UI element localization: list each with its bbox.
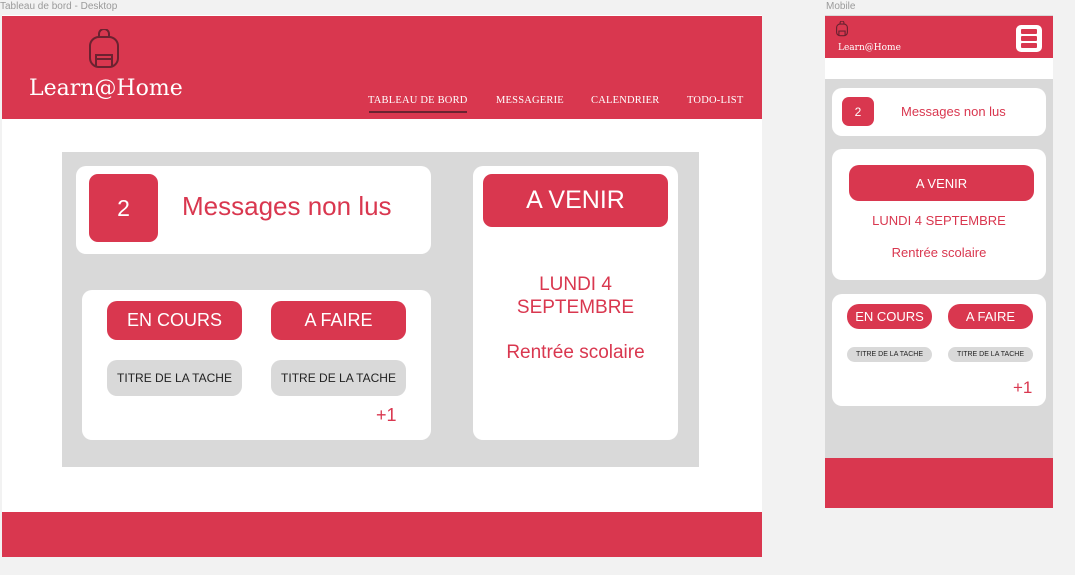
mobile-header: Learn@Home (825, 16, 1053, 58)
unread-messages-label: Messages non lus (182, 191, 392, 221)
mobile-footer (825, 458, 1053, 508)
upcoming-date-month: SEPTEMBRE (516, 297, 635, 318)
upcoming-date-day: LUNDI 4 (539, 274, 612, 295)
more-tasks-count[interactable]: +1 (376, 405, 397, 426)
mobile-upcoming-card: A VENIR LUNDI 4 SEPTEMBRE Rentrée scolai… (832, 149, 1046, 280)
in-progress-button[interactable]: EN COURS (107, 301, 242, 340)
mobile-frame-label: Mobile (826, 1, 856, 12)
mobile-upcoming-title[interactable]: A VENIR (849, 165, 1034, 201)
mobile-todo-task-chip[interactable]: TITRE DE LA TACHE (948, 347, 1033, 362)
desktop-frame-label: Tableau de bord - Desktop (0, 1, 118, 12)
mobile-in-progress-task-chip[interactable]: TITRE DE LA TACHE (847, 347, 932, 362)
nav-calendrier[interactable]: CALENDRIER (591, 95, 660, 106)
mobile-unread-messages-label: Messages non lus (901, 104, 1006, 119)
brand-name[interactable]: Learn@Home (29, 76, 183, 101)
backpack-icon (836, 21, 848, 37)
desktop-header: Learn@Home TABLEAU DE BORD MESSAGERIE CA… (2, 16, 762, 119)
todo-task-chip[interactable]: TITRE DE LA TACHE (271, 360, 406, 396)
messages-card[interactable]: 2 Messages non lus (76, 166, 431, 254)
mobile-todo-button[interactable]: A FAIRE (948, 304, 1033, 329)
upcoming-date: LUNDI 4 SEPTEMBRE (473, 273, 678, 319)
mobile-more-tasks-count[interactable]: +1 (1013, 378, 1032, 398)
upcoming-title[interactable]: A VENIR (483, 174, 668, 227)
todo-button[interactable]: A FAIRE (271, 301, 406, 340)
mobile-tasks-card: EN COURS A FAIRE TITRE DE LA TACHE TITRE… (832, 294, 1046, 406)
mobile-header-spacer (825, 58, 1053, 79)
upcoming-event: Rentrée scolaire (506, 342, 645, 363)
nav-todo-list[interactable]: TODO-LIST (687, 95, 743, 106)
desktop-footer (2, 512, 762, 557)
backpack-icon (89, 29, 119, 68)
mobile-upcoming-date: LUNDI 4 SEPTEMBRE (872, 213, 1006, 228)
tasks-card: EN COURS A FAIRE TITRE DE LA TACHE TITRE… (82, 290, 431, 440)
mobile-unread-count-badge: 2 (842, 97, 874, 126)
mobile-messages-card[interactable]: 2 Messages non lus (832, 88, 1046, 136)
nav-messagerie[interactable]: MESSAGERIE (496, 95, 564, 106)
mobile-upcoming-event: Rentrée scolaire (891, 245, 987, 260)
upcoming-card: A VENIR LUNDI 4 SEPTEMBRE Rentrée scolai… (473, 166, 678, 440)
mobile-frame: Learn@Home 2 Messages non lus A VENIR LU… (825, 15, 1053, 508)
mobile-in-progress-button[interactable]: EN COURS (847, 304, 932, 329)
desktop-frame: Learn@Home TABLEAU DE BORD MESSAGERIE CA… (2, 15, 762, 557)
menu-icon[interactable] (1016, 25, 1042, 52)
unread-count-badge: 2 (89, 174, 158, 242)
dashboard-main: 2 Messages non lus EN COURS A FAIRE TITR… (62, 152, 699, 467)
in-progress-task-chip[interactable]: TITRE DE LA TACHE (107, 360, 242, 396)
mobile-brand-name[interactable]: Learn@Home (838, 43, 901, 53)
nav-tableau-de-bord[interactable]: TABLEAU DE BORD (368, 95, 468, 113)
